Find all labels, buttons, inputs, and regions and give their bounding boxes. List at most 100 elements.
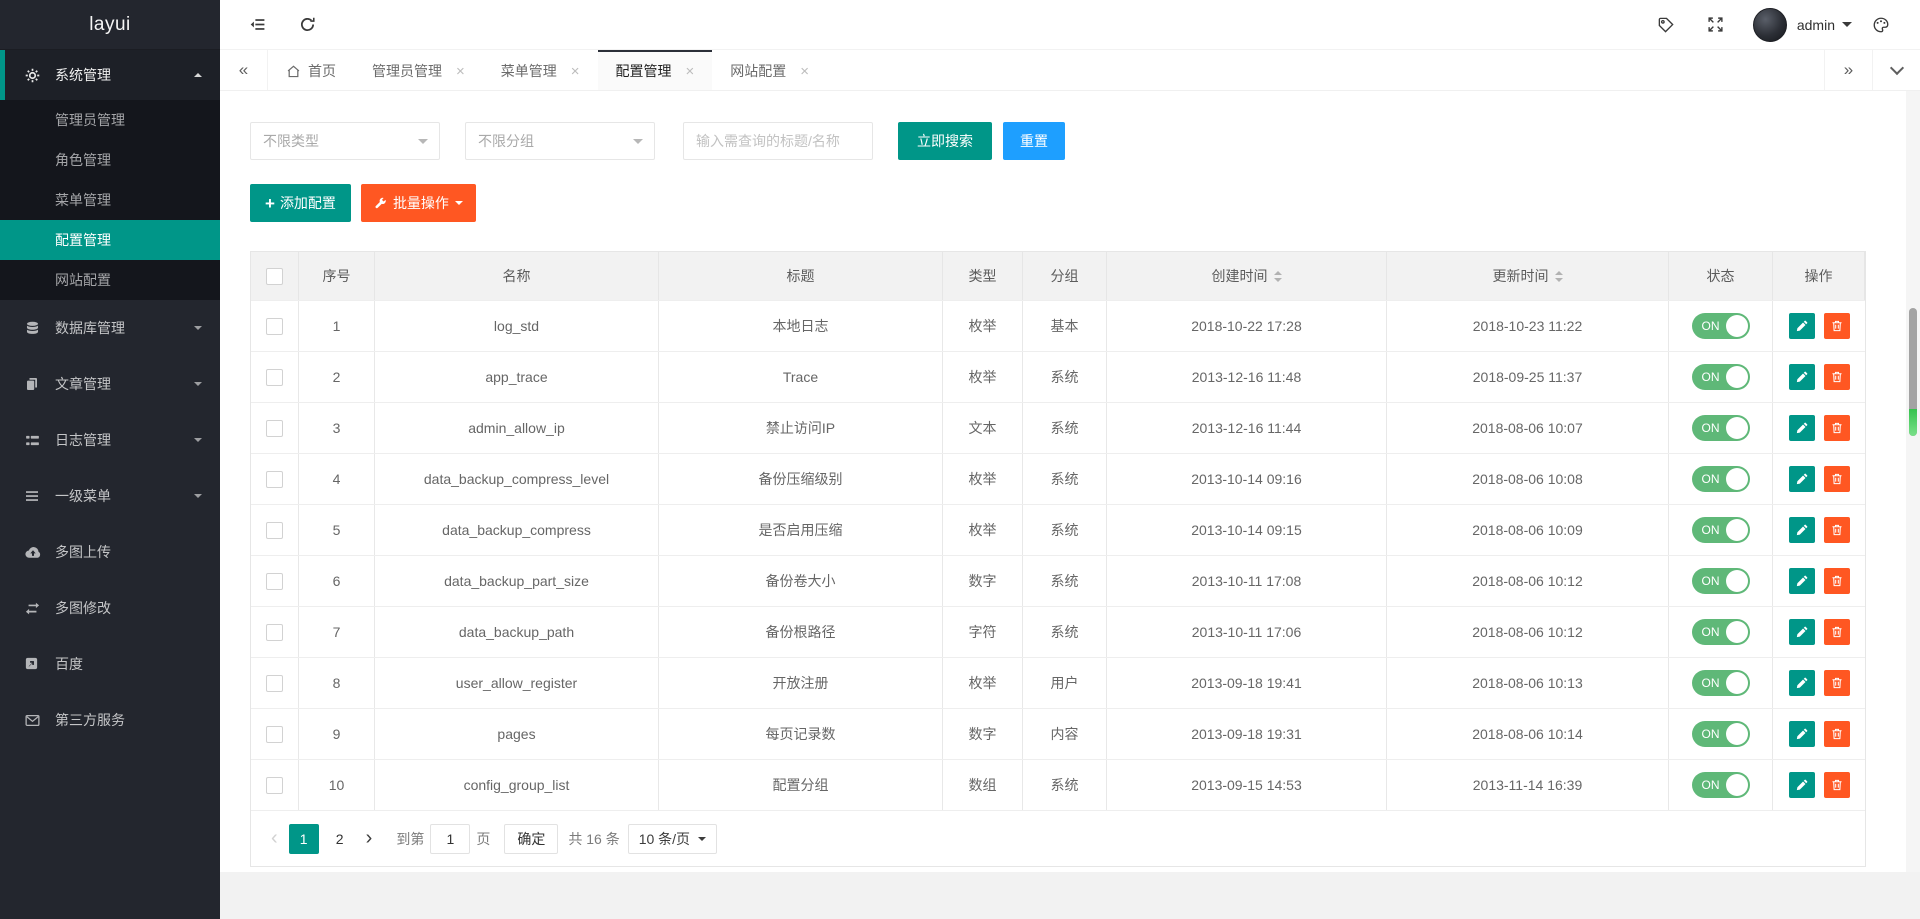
close-tab-icon[interactable]: × xyxy=(456,64,465,79)
status-toggle[interactable]: ON xyxy=(1691,415,1750,441)
edit-button[interactable] xyxy=(1788,466,1815,492)
page-size-select[interactable]: 10 条/页 xyxy=(627,823,718,854)
status-toggle[interactable]: ON xyxy=(1691,619,1750,645)
delete-button[interactable] xyxy=(1823,466,1850,492)
sidebar-subitem-角色管理[interactable]: 角色管理 xyxy=(0,140,220,180)
reset-button[interactable]: 重置 xyxy=(1003,122,1065,160)
row-checkbox[interactable] xyxy=(266,470,283,488)
row-checkbox[interactable] xyxy=(266,419,283,437)
sidebar-subitem-菜单管理[interactable]: 菜单管理 xyxy=(0,180,220,220)
group-select[interactable]: 不限分组 xyxy=(465,122,655,160)
delete-button[interactable] xyxy=(1823,364,1850,390)
status-toggle[interactable]: ON xyxy=(1691,313,1750,339)
tab-配置管理[interactable]: 配置管理 × xyxy=(597,50,713,90)
select-all-checkbox[interactable] xyxy=(266,267,283,285)
status-toggle[interactable]: ON xyxy=(1691,568,1750,594)
edit-button[interactable] xyxy=(1788,313,1815,339)
row-checkbox[interactable] xyxy=(266,572,283,590)
cell-group: 系统 xyxy=(1023,454,1107,504)
sidebar-item-文章管理[interactable]: 文章管理 xyxy=(0,356,220,412)
edit-button[interactable] xyxy=(1788,415,1815,441)
theme-palette-icon[interactable] xyxy=(1862,8,1900,42)
sidebar-item-数据库管理[interactable]: 数据库管理 xyxy=(0,300,220,356)
caret-down-icon xyxy=(454,201,463,209)
row-checkbox[interactable] xyxy=(266,674,283,692)
delete-button[interactable] xyxy=(1823,721,1850,747)
delete-button[interactable] xyxy=(1823,772,1850,798)
sidebar-item-日志管理[interactable]: 日志管理 xyxy=(0,412,220,468)
confirm-page-button[interactable]: 确定 xyxy=(504,823,559,854)
edit-button[interactable] xyxy=(1788,568,1815,594)
tabs-scroll-right[interactable]: » xyxy=(1824,50,1872,90)
fullscreen-icon[interactable] xyxy=(1697,8,1735,42)
page-number-1[interactable]: 1 xyxy=(288,823,319,854)
scrollbar-thumb[interactable] xyxy=(1909,308,1917,436)
tab-管理员管理[interactable]: 管理员管理 × xyxy=(354,50,483,90)
close-tab-icon[interactable]: × xyxy=(800,64,809,79)
tag-icon[interactable] xyxy=(1647,8,1685,42)
tabs-menu-toggle[interactable] xyxy=(1872,50,1920,90)
sidebar-item-一级菜单[interactable]: 一级菜单 xyxy=(0,468,220,524)
row-checkbox[interactable] xyxy=(266,623,283,641)
cell-title: 是否启用压缩 xyxy=(659,505,943,555)
database-icon xyxy=(24,320,41,337)
refresh-icon[interactable] xyxy=(288,8,326,42)
tabs-scroll-left[interactable]: « xyxy=(220,50,268,90)
sort-updated[interactable] xyxy=(1554,267,1563,286)
delete-button[interactable] xyxy=(1823,568,1850,594)
row-checkbox[interactable] xyxy=(266,368,283,386)
jump-page-input[interactable] xyxy=(430,823,471,854)
status-toggle[interactable]: ON xyxy=(1691,517,1750,543)
edit-button[interactable] xyxy=(1788,619,1815,645)
edit-button[interactable] xyxy=(1788,364,1815,390)
sidebar-item-百度[interactable]: 百度 xyxy=(0,636,220,692)
prev-page-button[interactable]: ‹ xyxy=(263,827,286,850)
close-tab-icon[interactable]: × xyxy=(571,64,580,79)
sidebar-subitem-管理员管理[interactable]: 管理员管理 xyxy=(0,100,220,140)
close-tab-icon[interactable]: × xyxy=(686,64,695,79)
sidebar-item-系统管理[interactable]: 系统管理 xyxy=(0,50,220,100)
edit-button[interactable] xyxy=(1788,721,1815,747)
sidebar-item-多图修改[interactable]: 多图修改 xyxy=(0,580,220,636)
cell-name: data_backup_compress xyxy=(375,505,659,555)
row-checkbox[interactable] xyxy=(266,776,283,794)
delete-button[interactable] xyxy=(1823,619,1850,645)
status-toggle[interactable]: ON xyxy=(1691,364,1750,390)
delete-button[interactable] xyxy=(1823,670,1850,696)
type-select[interactable]: 不限类型 xyxy=(250,122,440,160)
avatar[interactable] xyxy=(1752,7,1787,42)
group-select-value: 不限分组 xyxy=(478,133,534,149)
edit-button[interactable] xyxy=(1788,772,1815,798)
edit-button[interactable] xyxy=(1788,670,1815,696)
row-checkbox[interactable] xyxy=(266,317,283,335)
status-toggle[interactable]: ON xyxy=(1691,721,1750,747)
status-toggle[interactable]: ON xyxy=(1691,466,1750,492)
sidebar-subitem-配置管理[interactable]: 配置管理 xyxy=(0,220,220,260)
sidebar-item-多图上传[interactable]: 多图上传 xyxy=(0,524,220,580)
cell-name: admin_allow_ip xyxy=(375,403,659,453)
tab-首页[interactable]: 首页 xyxy=(268,50,354,90)
search-input[interactable] xyxy=(683,122,873,160)
delete-button[interactable] xyxy=(1823,313,1850,339)
delete-button[interactable] xyxy=(1823,517,1850,543)
sidebar-item-第三方服务[interactable]: 第三方服务 xyxy=(0,692,220,748)
row-checkbox[interactable] xyxy=(266,725,283,743)
page-number-2[interactable]: 2 xyxy=(325,824,355,854)
collapse-sidebar-icon[interactable] xyxy=(238,8,276,42)
tab-网站配置[interactable]: 网站配置 × xyxy=(712,50,827,90)
search-button[interactable]: 立即搜索 xyxy=(898,122,992,160)
user-menu[interactable]: admin xyxy=(1797,17,1852,33)
cell-group: 系统 xyxy=(1023,352,1107,402)
next-page-button[interactable]: › xyxy=(358,827,381,850)
delete-button[interactable] xyxy=(1823,415,1850,441)
status-toggle[interactable]: ON xyxy=(1691,772,1750,798)
edit-button[interactable] xyxy=(1788,517,1815,543)
sort-created[interactable] xyxy=(1273,267,1282,286)
cell-created: 2013-09-18 19:31 xyxy=(1107,709,1387,759)
tab-菜单管理[interactable]: 菜单管理 × xyxy=(483,50,598,90)
sidebar-subitem-网站配置[interactable]: 网站配置 xyxy=(0,260,220,300)
row-checkbox[interactable] xyxy=(266,521,283,539)
batch-actions-button[interactable]: 批量操作 xyxy=(360,184,476,222)
add-config-button[interactable]: + 添加配置 xyxy=(250,184,351,222)
status-toggle[interactable]: ON xyxy=(1691,670,1750,696)
